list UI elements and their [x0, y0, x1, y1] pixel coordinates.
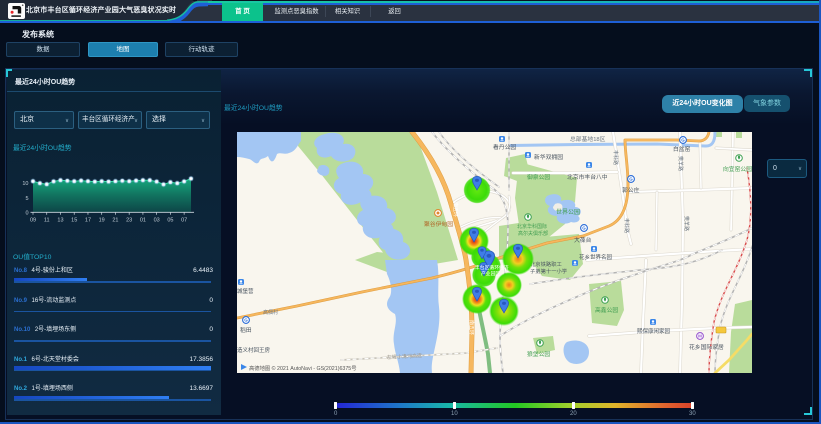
- svg-text:丰科路: 丰科路: [623, 218, 630, 233]
- svg-text:丰科路: 丰科路: [612, 150, 619, 165]
- svg-text:高尔夫俱乐部: 高尔夫俱乐部: [518, 230, 548, 237]
- svg-text:13: 13: [57, 217, 63, 223]
- svg-text:10: 10: [22, 181, 28, 187]
- svg-text:19: 19: [99, 217, 105, 223]
- svg-text:M: M: [698, 334, 702, 339]
- svg-text:世界公园: 世界公园: [556, 208, 580, 216]
- svg-text:G: G: [681, 138, 685, 143]
- svg-text:产业园区: 产业园区: [481, 270, 500, 277]
- svg-text:G: G: [629, 177, 633, 182]
- svg-text:樊羊路: 樊羊路: [677, 156, 684, 171]
- svg-text:造义村回王房: 造义村回王房: [237, 346, 271, 354]
- svg-text:大葆台: 大葆台: [574, 236, 592, 244]
- svg-text:11: 11: [44, 217, 50, 223]
- svg-text:G: G: [244, 318, 248, 323]
- svg-text:新华双拥园: 新华双拥园: [534, 153, 563, 161]
- svg-text:南五环: 南五环: [452, 202, 459, 217]
- svg-text:03: 03: [154, 217, 160, 223]
- svg-text:北京华科国际: 北京华科国际: [517, 223, 547, 230]
- svg-text:0: 0: [25, 210, 28, 216]
- svg-text:G: G: [582, 226, 586, 231]
- svg-text:07: 07: [181, 217, 187, 223]
- svg-text:聚谷伊甸园: 聚谷伊甸园: [424, 220, 453, 228]
- svg-text:北京市丰台八中: 北京市丰台八中: [567, 173, 608, 181]
- svg-text:05: 05: [167, 217, 173, 223]
- svg-text:熙保康闲家园: 熙保康闲家园: [637, 327, 671, 335]
- svg-text:总部基地18区: 总部基地18区: [570, 135, 606, 143]
- svg-text:17: 17: [85, 217, 91, 223]
- svg-text:南五环: 南五环: [468, 320, 475, 335]
- svg-text:花乡国际家居: 花乡国际家居: [689, 343, 724, 351]
- svg-text:郭公庄: 郭公庄: [622, 186, 640, 194]
- svg-text:15: 15: [71, 217, 77, 223]
- svg-text:01: 01: [140, 217, 146, 223]
- svg-text:花乡世界名园: 花乡世界名园: [579, 253, 613, 261]
- svg-text:向宜窑公园: 向宜窑公园: [723, 165, 752, 173]
- svg-text:稻田: 稻田: [240, 326, 252, 334]
- svg-text:狼垡公园: 狼垡公园: [527, 350, 550, 358]
- svg-text:高鑫公园: 高鑫公园: [595, 306, 618, 314]
- svg-text:高佃村: 高佃村: [263, 309, 278, 316]
- svg-text:21: 21: [112, 217, 118, 223]
- svg-text:子弟第十一小学: 子弟第十一小学: [530, 267, 567, 275]
- svg-text:看丹公园: 看丹公园: [493, 143, 516, 151]
- svg-text:高德地图 © 2021 AutoNavi - GS(2021: 高德地图 © 2021 AutoNavi - GS(2021)6375号: [249, 364, 357, 372]
- svg-text:白盆窑: 白盆窑: [673, 145, 691, 153]
- svg-text:御泉公园: 御泉公园: [527, 173, 550, 181]
- svg-text:丰台区循环经济: 丰台区循环经济: [475, 264, 509, 271]
- svg-text:城堡营: 城堡营: [237, 287, 254, 295]
- svg-text:樊羊路: 樊羊路: [683, 216, 690, 231]
- svg-text:23: 23: [126, 217, 132, 223]
- svg-text:5: 5: [25, 196, 28, 202]
- svg-text:09: 09: [30, 217, 36, 223]
- svg-text:北京铁路职工: 北京铁路职工: [530, 260, 562, 268]
